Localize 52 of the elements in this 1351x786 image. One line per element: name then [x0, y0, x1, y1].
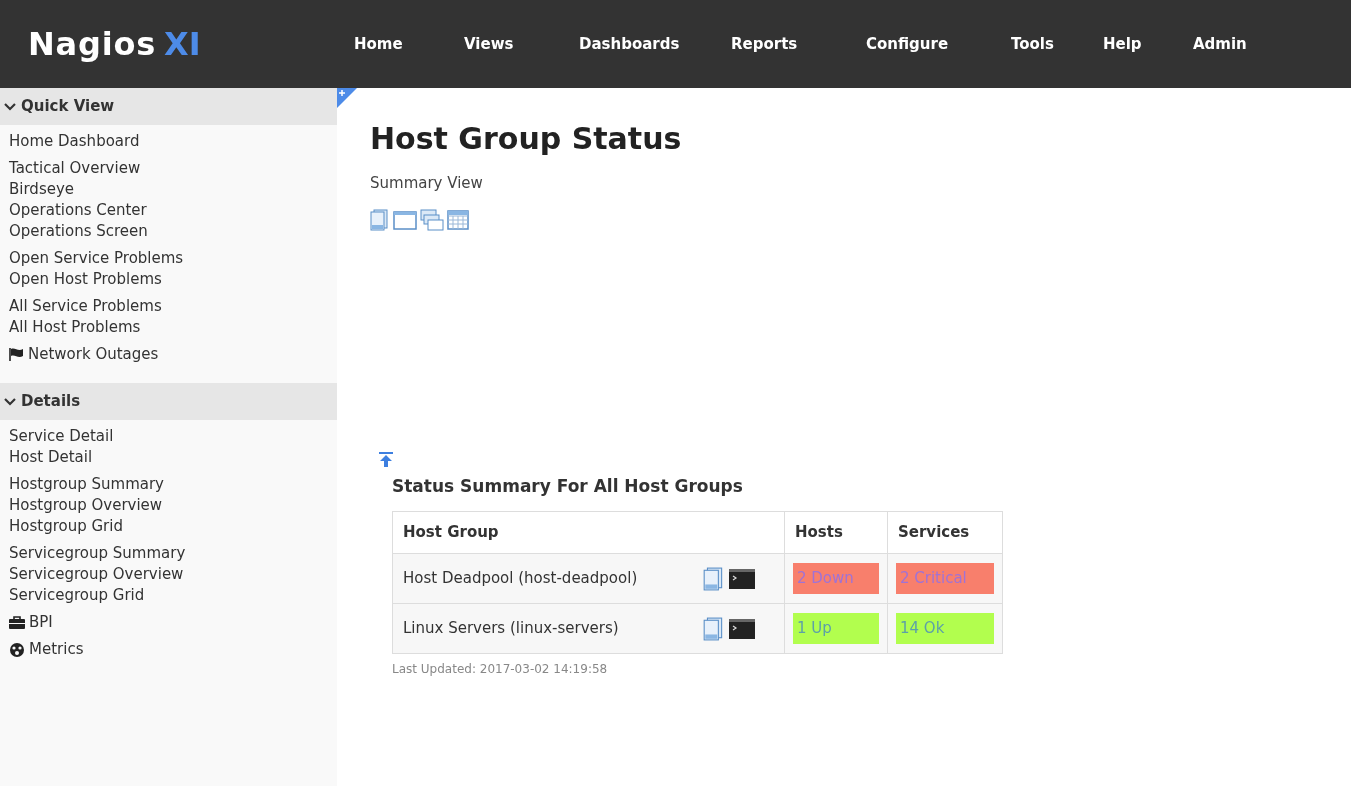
- sidebar-link[interactable]: Open Service Problems: [0, 248, 193, 269]
- column-header: Services: [887, 511, 1003, 554]
- nav-link[interactable]: Help: [1091, 26, 1181, 62]
- terminal-icon[interactable]: [729, 617, 755, 640]
- column-header: Hosts: [784, 511, 888, 554]
- nav-link[interactable]: Dashboards: [567, 26, 719, 62]
- nav-link[interactable]: Configure: [854, 26, 999, 62]
- sidebar-link[interactable]: Servicegroup Summary: [0, 543, 195, 564]
- section-title: Quick View: [21, 96, 115, 118]
- upload-arrow-icon[interactable]: [379, 451, 393, 468]
- terminal-icon[interactable]: [729, 567, 755, 590]
- flag-icon: [9, 348, 24, 361]
- sidebar-link[interactable]: Birdseye: [0, 179, 84, 200]
- section-header[interactable]: Quick View: [0, 88, 337, 125]
- nav-link[interactable]: Home: [342, 26, 452, 62]
- nav-link[interactable]: Tools: [999, 26, 1091, 62]
- sidebar-link[interactable]: Hostgroup Overview: [0, 495, 172, 516]
- window-icon[interactable]: [393, 208, 417, 231]
- nav-link[interactable]: Admin: [1181, 26, 1261, 62]
- sidebar-link[interactable]: Hostgroup Summary: [0, 474, 173, 495]
- windows-icon[interactable]: [420, 208, 444, 231]
- last-updated: Last Updated: 2017-03-02 14:19:58: [392, 661, 609, 678]
- sidebar-link[interactable]: Operations Screen: [0, 221, 157, 242]
- page-subtitle: Summary View: [370, 173, 484, 194]
- grid-icon[interactable]: [447, 208, 469, 231]
- column-header: Host Group: [392, 511, 785, 554]
- sidebar-link[interactable]: Hostgroup Grid: [0, 516, 132, 537]
- sidebar-link[interactable]: All Service Problems: [0, 296, 171, 317]
- sidebar-link[interactable]: Network Outages: [0, 344, 168, 365]
- plus-corner-icon: [337, 88, 357, 108]
- logo-suffix: XI: [164, 24, 201, 65]
- sidebar-link[interactable]: Tactical Overview: [0, 158, 150, 179]
- sidebar-link[interactable]: Host Detail: [0, 447, 102, 468]
- document-icon[interactable]: [370, 208, 390, 231]
- sidebar-link[interactable]: Home Dashboard: [0, 131, 149, 152]
- sidebar-link[interactable]: Servicegroup Overview: [0, 564, 193, 585]
- nav-link[interactable]: Reports: [719, 26, 854, 62]
- briefcase-icon: [9, 616, 25, 629]
- sidebar-link[interactable]: BPI: [0, 612, 62, 633]
- sidebar-link[interactable]: Open Host Problems: [0, 269, 171, 290]
- page-title: Host Group Status: [370, 124, 683, 154]
- sidebar-link[interactable]: Metrics: [0, 639, 93, 660]
- gauge-icon: [9, 642, 25, 657]
- sidebar-link[interactable]: Operations Center: [0, 200, 156, 221]
- section-title: Details: [21, 391, 81, 413]
- logo-text: Nagios: [28, 24, 157, 65]
- nav-link[interactable]: Views: [452, 26, 567, 62]
- summary-title: Status Summary For All Host Groups: [392, 474, 744, 498]
- section-header[interactable]: Details: [0, 383, 337, 420]
- sidebar-link[interactable]: All Host Problems: [0, 317, 150, 338]
- sidebar-link[interactable]: Service Detail: [0, 426, 123, 447]
- sidebar-link[interactable]: Servicegroup Grid: [0, 585, 154, 606]
